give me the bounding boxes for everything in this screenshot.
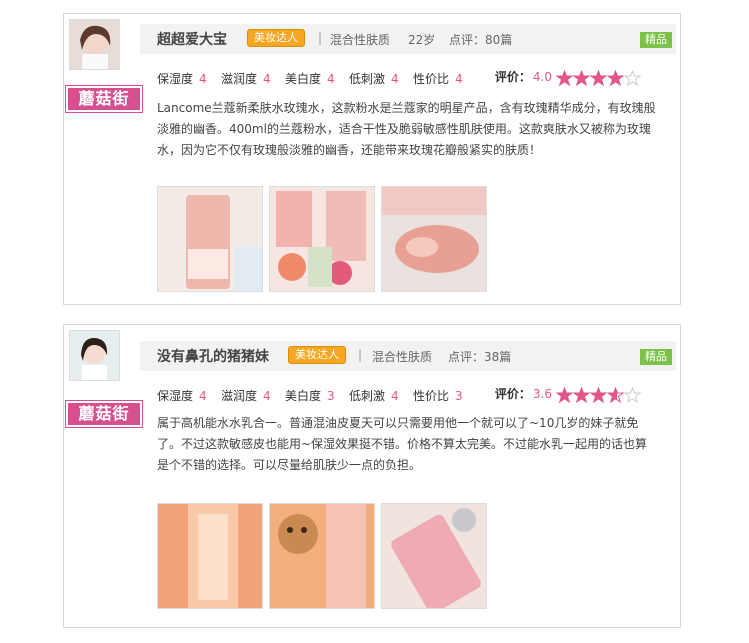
star-icon — [572, 386, 591, 403]
score-row: 保湿度 4 滋润度 4 美白度 3 低刺激 4 性价比 3 评价： 3.6 — [157, 385, 667, 405]
featured-badge: 精品 — [640, 32, 672, 48]
skin-type: 混合性肤质 — [372, 350, 433, 364]
score-low-irritation: 低刺激 4 — [349, 389, 399, 403]
review-count: 点评：80篇 — [449, 33, 513, 47]
star-icon — [572, 69, 591, 86]
review-text: 属于高机能水水乳合一。普通混油皮夏天可以只需要用他一个就可以了~10几岁的妹子就… — [157, 416, 648, 472]
skin-type: 混合性肤质 — [330, 33, 391, 47]
score-nourish: 滋润度 4 — [221, 72, 271, 86]
star-icon — [623, 386, 642, 403]
star-icon — [589, 386, 608, 403]
score-value: 性价比 4 — [413, 72, 463, 86]
score-row: 保湿度 4 滋润度 4 美白度 4 低刺激 4 性价比 4 评价： 4.0 — [157, 68, 667, 88]
avatar[interactable] — [69, 330, 120, 381]
review-photo[interactable] — [381, 186, 487, 292]
star-icon — [606, 386, 625, 403]
review-text: Lancome兰蔻新柔肤水玫瑰水，这款粉水是兰蔻家的明星产品，含有玫瑰精华成分，… — [157, 101, 656, 157]
star-icon — [589, 69, 608, 86]
review-photo[interactable] — [381, 503, 487, 609]
review-photo[interactable] — [157, 503, 263, 609]
overall-rating: 评价： 4.0 — [495, 68, 642, 86]
review-count: 点评：38篇 — [448, 350, 512, 364]
review-photo[interactable] — [269, 186, 375, 292]
star-icon — [623, 69, 642, 86]
score-low-irritation: 低刺激 4 — [349, 72, 399, 86]
review-header: 没有鼻孔的猪猪妹 美妆达人 | 混合性肤质 点评：38篇 精品 — [140, 341, 676, 371]
review-photo[interactable] — [269, 503, 375, 609]
star-icon — [606, 69, 625, 86]
overall-rating: 评价： 3.6 — [495, 385, 642, 403]
expert-badge: 美妆达人 — [288, 346, 346, 364]
review-card: 蘑菇街 没有鼻孔的猪猪妹 美妆达人 | 混合性肤质 点评：38篇 精品 保湿度 4… — [63, 324, 681, 628]
star-icon — [555, 386, 574, 403]
review-photo[interactable] — [157, 186, 263, 292]
expert-badge: 美妆达人 — [247, 29, 305, 47]
review-card: 蘑菇街 超超爱大宝 美妆达人 | 混合性肤质 22岁 点评：80篇 精品 保湿度… — [63, 13, 681, 305]
age: 22岁 — [408, 33, 436, 47]
divider: | — [358, 348, 363, 362]
score-whitening: 美白度 4 — [285, 72, 335, 86]
score-moisture: 保湿度 4 — [157, 72, 207, 86]
score-value: 性价比 3 — [413, 389, 463, 403]
featured-badge: 精品 — [640, 349, 672, 365]
username[interactable]: 没有鼻孔的猪猪妹 — [157, 346, 269, 366]
brand-logo: 蘑菇街 — [66, 401, 142, 427]
username[interactable]: 超超爱大宝 — [157, 29, 227, 49]
review-header: 超超爱大宝 美妆达人 | 混合性肤质 22岁 点评：80篇 精品 — [140, 24, 676, 54]
star-rating — [555, 69, 642, 86]
score-whitening: 美白度 3 — [285, 389, 335, 403]
score-nourish: 滋润度 4 — [221, 389, 271, 403]
brand-logo: 蘑菇街 — [66, 86, 142, 112]
star-icon — [555, 69, 574, 86]
score-moisture: 保湿度 4 — [157, 389, 207, 403]
divider: | — [318, 31, 323, 45]
avatar[interactable] — [69, 19, 120, 70]
star-rating — [555, 386, 642, 403]
